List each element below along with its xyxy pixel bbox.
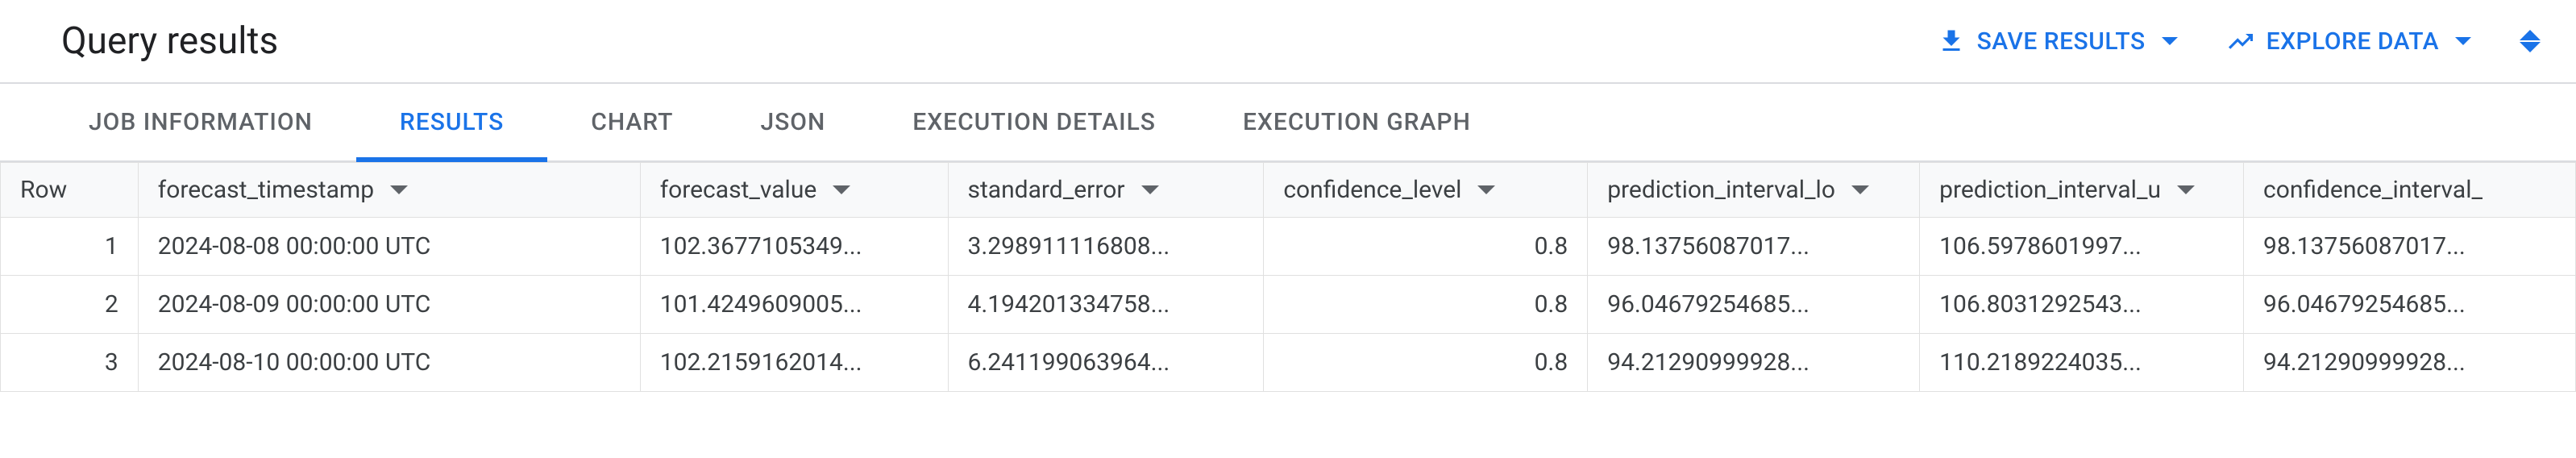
chart-line-icon [2226,27,2255,56]
sort-icon [1477,185,1495,194]
cell-confidence-level: 0.8 [1264,276,1588,334]
cell-row-number: 3 [1,334,139,392]
explore-data-label: EXPLORE DATA [2266,27,2439,56]
cell-standard-error: 6.241199063964... [948,334,1264,392]
cell-prediction-interval-lower: 98.13756087017... [1588,218,1920,276]
tab-execution-details[interactable]: EXECUTION DETAILS [869,84,1199,160]
column-header-row[interactable]: Row [1,163,139,218]
chevron-down-icon [2455,37,2471,45]
cell-standard-error: 3.298911116808... [948,218,1264,276]
cell-confidence-level: 0.8 [1264,334,1588,392]
tab-execution-graph[interactable]: EXECUTION GRAPH [1199,84,1514,160]
cell-forecast-timestamp: 2024-08-08 00:00:00 UTC [138,218,640,276]
explore-data-button[interactable]: EXPLORE DATA [2226,27,2471,56]
save-results-button[interactable]: SAVE RESULTS [1937,27,2178,56]
cell-row-number: 2 [1,276,139,334]
cell-forecast-timestamp: 2024-08-09 00:00:00 UTC [138,276,640,334]
table-row: 1 2024-08-08 00:00:00 UTC 102.3677105349… [1,218,2576,276]
tab-results[interactable]: RESULTS [356,84,547,160]
cell-forecast-value: 102.2159162014... [640,334,948,392]
results-tabs: JOB INFORMATION RESULTS CHART JSON EXECU… [0,84,2576,162]
sort-icon [1851,185,1869,194]
cell-prediction-interval-lower: 94.21290999928... [1588,334,1920,392]
table-header-row: Row forecast_timestamp forecast_value st… [1,163,2576,218]
header-actions: SAVE RESULTS EXPLORE DATA [1937,27,2541,56]
sort-icon [1141,185,1159,194]
sort-icon [2177,185,2195,194]
chevron-up-icon [2520,30,2541,40]
cell-confidence-interval-lower: 96.04679254685... [2244,276,2576,334]
tab-json[interactable]: JSON [717,84,869,160]
cell-confidence-interval-lower: 94.21290999928... [2244,334,2576,392]
cell-forecast-timestamp: 2024-08-10 00:00:00 UTC [138,334,640,392]
cell-standard-error: 4.194201334758... [948,276,1264,334]
cell-confidence-level: 0.8 [1264,218,1588,276]
page-title: Query results [61,19,278,63]
cell-forecast-value: 102.3677105349... [640,218,948,276]
cell-row-number: 1 [1,218,139,276]
table-row: 3 2024-08-10 00:00:00 UTC 102.2159162014… [1,334,2576,392]
column-header-forecast-timestamp[interactable]: forecast_timestamp [138,163,640,218]
column-header-standard-error[interactable]: standard_error [948,163,1264,218]
cell-forecast-value: 101.4249609005... [640,276,948,334]
sort-icon [390,185,408,194]
tab-chart[interactable]: CHART [547,84,717,160]
column-header-forecast-value[interactable]: forecast_value [640,163,948,218]
results-table: Row forecast_timestamp forecast_value st… [0,162,2576,392]
cell-prediction-interval-lower: 96.04679254685... [1588,276,1920,334]
column-header-confidence-level[interactable]: confidence_level [1264,163,1588,218]
cell-confidence-interval-lower: 98.13756087017... [2244,218,2576,276]
column-header-prediction-interval-lower[interactable]: prediction_interval_lo [1588,163,1920,218]
column-header-prediction-interval-upper[interactable]: prediction_interval_u [1920,163,2244,218]
tab-job-information[interactable]: JOB INFORMATION [45,84,356,160]
chevron-down-icon [2162,37,2178,45]
expand-collapse-button[interactable] [2520,30,2541,52]
sort-icon [833,185,850,194]
column-header-confidence-interval-lower[interactable]: confidence_interval_ [2244,163,2576,218]
save-results-label: SAVE RESULTS [1977,27,2146,56]
cell-prediction-interval-upper: 106.5978601997... [1920,218,2244,276]
table-row: 2 2024-08-09 00:00:00 UTC 101.4249609005… [1,276,2576,334]
chevron-down-icon [2520,42,2541,52]
cell-prediction-interval-upper: 110.2189224035... [1920,334,2244,392]
results-header: Query results SAVE RESULTS EXPLORE DATA [0,0,2576,82]
download-icon [1937,27,1966,56]
cell-prediction-interval-upper: 106.8031292543... [1920,276,2244,334]
